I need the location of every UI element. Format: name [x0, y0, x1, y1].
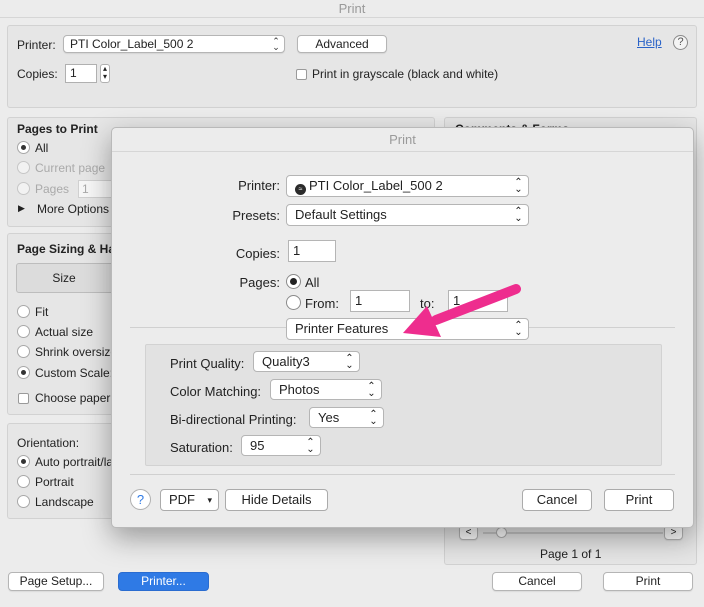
portrait-radio[interactable]: [17, 475, 30, 488]
fit-label: Fit: [35, 305, 49, 319]
landscape-label: Landscape: [35, 495, 94, 509]
presets-label: Presets:: [232, 208, 280, 223]
pages-to-print-title: Pages to Print: [17, 122, 98, 136]
bidirectional-select[interactable]: Yes ⌃ ⌄: [309, 407, 384, 428]
pages-all-radio[interactable]: [17, 141, 30, 154]
grayscale-label: Print in grayscale (black and white): [312, 67, 499, 81]
size-button[interactable]: Size: [16, 263, 112, 293]
copies-field[interactable]: 1: [65, 64, 97, 83]
copies-label: Copies:: [17, 67, 58, 81]
grayscale-checkbox[interactable]: [296, 69, 307, 80]
window-title: Print: [0, 0, 704, 18]
copies-stepper[interactable]: ▴ ▾: [100, 64, 110, 83]
disclosure-triangle-icon[interactable]: ▶: [18, 203, 25, 214]
dialog-pages-all-radio[interactable]: [286, 274, 301, 289]
choose-paper-label: Choose paper: [35, 391, 111, 405]
color-matching-select[interactable]: Photos ⌃ ⌄: [270, 379, 382, 400]
dialog-copies-label: Copies:: [235, 246, 280, 261]
chevron-updown-icon: ⌃ ⌄: [369, 408, 378, 427]
current-page-label: Current page: [35, 161, 106, 175]
dialog-printer-value: PTI Color_Label_500 2: [309, 178, 443, 193]
print-button[interactable]: Print: [603, 572, 693, 591]
bidirectional-label: Bi-directional Printing:: [170, 412, 297, 427]
saturation-select[interactable]: 95 ⌃ ⌄: [241, 435, 321, 456]
printer-select-value: PTI Color_Label_500 2: [70, 37, 194, 51]
color-matching-label: Color Matching:: [170, 384, 262, 399]
printer-button[interactable]: Printer...: [118, 572, 209, 591]
saturation-value: 95: [250, 438, 265, 453]
section-value: Printer Features: [295, 321, 389, 336]
dialog-printer-select[interactable]: ≈ PTI Color_Label_500 2 ⌃ ⌄: [286, 175, 529, 197]
orientation-title: Orientation:: [17, 436, 80, 450]
dialog-help-icon[interactable]: ?: [130, 489, 151, 510]
color-matching-value: Photos: [279, 382, 320, 397]
dialog-from-label: From:: [305, 296, 339, 311]
print-quality-value: Quality3: [262, 354, 310, 369]
more-options-label[interactable]: More Options: [37, 202, 109, 216]
printer-status-icon: ≈: [295, 184, 306, 195]
chevron-updown-icon: ⌃ ⌄: [345, 352, 354, 371]
preview-slider-thumb[interactable]: [496, 527, 507, 538]
printer-select[interactable]: PTI Color_Label_500 2 ⌃ ⌄: [63, 35, 285, 53]
custom-scale-label: Custom Scale:: [35, 366, 114, 380]
pdf-menu-button[interactable]: PDF ▾: [160, 489, 219, 511]
pages-all-label: All: [35, 141, 49, 155]
saturation-label: Saturation:: [170, 440, 233, 455]
dialog-printer-label: Printer:: [238, 178, 280, 193]
dialog-title: Print: [112, 128, 693, 152]
chevron-down-icon: ▾: [207, 495, 212, 505]
dialog-to-field[interactable]: 1: [448, 290, 508, 312]
footer-divider: [130, 474, 675, 475]
bidirectional-value: Yes: [318, 410, 340, 425]
section-select[interactable]: Printer Features ⌃ ⌄: [286, 318, 529, 340]
page-setup-button[interactable]: Page Setup...: [8, 572, 104, 591]
chevron-updown-icon: ⌃ ⌄: [514, 320, 523, 338]
dialog-pages-label: Pages:: [239, 275, 280, 290]
hide-details-button[interactable]: Hide Details: [225, 489, 328, 511]
page-indicator: Page 1 of 1: [540, 547, 602, 561]
shrink-radio[interactable]: [17, 345, 30, 358]
dialog-pages-all-label: All: [305, 275, 320, 290]
actual-size-label: Actual size: [35, 325, 94, 339]
chevron-updown-icon: ⌃ ⌄: [514, 206, 523, 224]
preview-slider-track[interactable]: [483, 532, 663, 534]
help-link[interactable]: Help: [637, 35, 662, 49]
dialog-copies-field[interactable]: 1: [288, 240, 336, 262]
printer-label: Printer:: [17, 38, 56, 52]
landscape-radio[interactable]: [17, 495, 30, 508]
current-page-radio[interactable]: [17, 161, 30, 174]
print-dialog: Print Printer: ≈ PTI Color_Label_500 2 ⌃ ⌄…: [111, 127, 694, 528]
pdf-label: PDF: [169, 492, 195, 507]
actual-size-radio[interactable]: [17, 325, 30, 338]
help-icon[interactable]: ?: [673, 35, 688, 50]
advanced-button[interactable]: Advanced: [297, 35, 387, 53]
dialog-from-field[interactable]: 1: [350, 290, 410, 312]
pages-range-radio[interactable]: [17, 182, 30, 195]
chevron-updown-icon: ⌃ ⌄: [306, 436, 315, 455]
dialog-cancel-button[interactable]: Cancel: [522, 489, 592, 511]
print-quality-label: Print Quality:: [170, 356, 245, 371]
dialog-print-button[interactable]: Print: [604, 489, 674, 511]
chevron-updown-icon: ⌃ ⌄: [272, 36, 280, 52]
dialog-to-label: to:: [420, 296, 435, 311]
page-sizing-title: Page Sizing & Ha: [17, 242, 116, 256]
auto-orientation-label: Auto portrait/la: [35, 455, 114, 469]
portrait-label: Portrait: [35, 475, 74, 489]
fit-radio[interactable]: [17, 305, 30, 318]
pages-range-label: Pages: [35, 182, 70, 196]
choose-paper-checkbox[interactable]: [18, 393, 29, 404]
cancel-button[interactable]: Cancel: [492, 572, 582, 591]
print-quality-select[interactable]: Quality3 ⌃ ⌄: [253, 351, 360, 372]
presets-select[interactable]: Default Settings ⌃ ⌄: [286, 204, 529, 226]
shrink-label: Shrink oversize: [35, 345, 118, 359]
dialog-pages-from-radio[interactable]: [286, 295, 301, 310]
chevron-updown-icon: ⌃ ⌄: [367, 380, 376, 399]
auto-orientation-radio[interactable]: [17, 455, 30, 468]
presets-value: Default Settings: [295, 207, 387, 222]
custom-scale-radio[interactable]: [17, 366, 30, 379]
chevron-updown-icon: ⌃ ⌄: [514, 177, 523, 195]
